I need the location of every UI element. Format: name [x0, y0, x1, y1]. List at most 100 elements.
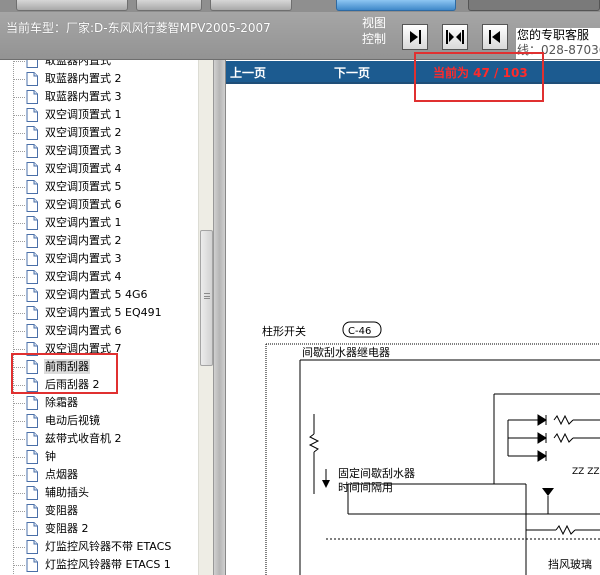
document-icon: [26, 396, 38, 410]
tree-item[interactable]: 双空调顶置式 2: [0, 123, 200, 142]
tree-item[interactable]: 双空调顶置式 5: [0, 177, 200, 196]
tree-item[interactable]: 双空调内置式 1: [0, 213, 200, 232]
document-icon: [26, 342, 38, 356]
tree-item-label: 双空调内置式 1: [45, 216, 122, 229]
tree-item[interactable]: 电动后视镜: [0, 411, 200, 430]
tree-scrollbar-thumb[interactable]: [200, 230, 213, 366]
pane-splitter[interactable]: [213, 60, 226, 575]
document-icon: [26, 378, 38, 392]
tree-item-label: 取蓝器内置式: [45, 60, 111, 67]
next-page-link[interactable]: 下一页: [334, 64, 370, 81]
tree-item-label: 双空调内置式 4: [45, 270, 122, 283]
customer-service-info: 您的专职客服 线：028-87036: [516, 28, 600, 59]
document-icon: [26, 60, 38, 68]
tree-connector: [14, 421, 25, 422]
tree-item[interactable]: 双空调内置式 2: [0, 231, 200, 250]
tree-item-label: 点烟器: [45, 468, 78, 481]
document-icon: [26, 450, 38, 464]
document-icon: [26, 360, 38, 374]
tree-item[interactable]: 双空调内置式 7: [0, 339, 200, 358]
page-indicator: 当前为 47 / 103: [433, 66, 528, 80]
document-icon: [26, 486, 38, 500]
view-collapse-right-button[interactable]: [482, 24, 508, 50]
tree-connector: [14, 349, 25, 350]
document-icon: [26, 108, 38, 122]
tree-item[interactable]: 双空调顶置式 4: [0, 159, 200, 178]
tree-item-label: 双空调内置式 7: [45, 342, 122, 355]
document-icon: [26, 144, 38, 158]
tree-connector: [14, 295, 25, 296]
tree-item[interactable]: 钟: [0, 447, 200, 466]
view-split-button[interactable]: [442, 24, 468, 50]
tree-item[interactable]: 双空调内置式 3: [0, 249, 200, 268]
tree-item[interactable]: 变阻器 2: [0, 519, 200, 538]
prev-page-link[interactable]: 上一页: [230, 64, 266, 81]
tree-connector: [14, 565, 25, 566]
tree-connector: [14, 385, 25, 386]
tree-item[interactable]: 辅助插头: [0, 483, 200, 502]
tree-scrollbar[interactable]: [198, 60, 213, 575]
tree-item[interactable]: 灯监控风铃器不带 ETACS: [0, 537, 200, 556]
top-button-2[interactable]: [136, 0, 202, 11]
tree-item[interactable]: 灯监控风铃器带 ETACS 1: [0, 555, 200, 574]
tree-connector: [14, 493, 25, 494]
tree-item-label: 双空调顶置式 4: [45, 162, 122, 175]
tree-item[interactable]: 双空调顶置式 6: [0, 195, 200, 214]
tree-item[interactable]: 前雨刮器: [0, 357, 200, 376]
tree-item[interactable]: 变阻器: [0, 501, 200, 520]
arrow-right-bar-icon: [410, 30, 421, 44]
view-collapse-left-button[interactable]: [402, 24, 428, 50]
top-button-3[interactable]: [210, 0, 292, 11]
tree-item[interactable]: 双空调顶置式 3: [0, 141, 200, 160]
tree-item-label: 双空调内置式 3: [45, 252, 122, 265]
top-button-1[interactable]: [16, 0, 128, 11]
tree-item[interactable]: 双空调内置式 6: [0, 321, 200, 340]
tree-item[interactable]: 点烟器: [0, 465, 200, 484]
tree-connector: [14, 529, 25, 530]
tree-item[interactable]: 取蓝器内置式: [0, 60, 200, 70]
tree-connector: [14, 367, 25, 368]
tree-item-label: 灯监控风铃器不带 ETACS: [45, 540, 172, 553]
document-icon: [26, 522, 38, 536]
tree-connector: [14, 133, 25, 134]
document-icon: [26, 306, 38, 320]
tree-item[interactable]: 后雨刮器 2: [0, 375, 200, 394]
tree-connector: [14, 475, 25, 476]
document-icon: [26, 234, 38, 248]
tree-item[interactable]: 双空调顶置式 1: [0, 105, 200, 124]
tree-item-label: 双空调顶置式 6: [45, 198, 122, 211]
top-button-4[interactable]: [468, 0, 600, 11]
document-icon: [26, 198, 38, 212]
tree-item-label: 辅助插头: [45, 486, 89, 499]
tree-connector: [14, 511, 25, 512]
tree-item-label: 双空调顶置式 3: [45, 144, 122, 157]
document-icon: [26, 540, 38, 554]
tree-item[interactable]: 双空调内置式 5 EQ491: [0, 303, 200, 322]
tree-connector: [14, 241, 25, 242]
page-navigation-bar: 上一页 下一页 当前为 47 / 103: [226, 61, 600, 82]
tree-item[interactable]: 取蓝器内置式 2: [0, 69, 200, 88]
tree-item[interactable]: 双空调内置式 5 4G6: [0, 285, 200, 304]
tree-item-label: 变阻器 2: [45, 522, 89, 535]
label-relay: 间歇刮水器继电器: [302, 345, 390, 359]
label-zz: ZZ ZZ: [572, 467, 600, 477]
document-icon: [26, 162, 38, 176]
tree-connector: [14, 151, 25, 152]
tree-connector: [14, 169, 25, 170]
label-interval-period: 时间间隔用: [338, 481, 393, 494]
arrow-left-bar-icon: [489, 30, 500, 44]
tree-item-label: 双空调顶置式 5: [45, 180, 122, 193]
tree-item-label: 双空调内置式 5 EQ491: [45, 306, 162, 319]
document-icon: [26, 216, 38, 230]
tree-item[interactable]: 双空调内置式 4: [0, 267, 200, 286]
document-icon: [26, 90, 38, 104]
tree-item[interactable]: 除霜器: [0, 393, 200, 412]
tree-connector: [14, 205, 25, 206]
split-arrows-icon: [446, 30, 464, 44]
tree-item[interactable]: 兹带式收音机 2: [0, 429, 200, 448]
tree-item[interactable]: 取蓝器内置式 3: [0, 87, 200, 106]
wiring-diagram: 柱形开关 C-46 间歇刮水器继电器 固定间歇刮水器 时间间隔用 ZZ ZZ 挡…: [262, 321, 600, 575]
tree-item-label: 双空调顶置式 1: [45, 108, 122, 121]
top-button-active[interactable]: [336, 0, 456, 11]
view-control-label: 视图 控制: [362, 16, 387, 46]
